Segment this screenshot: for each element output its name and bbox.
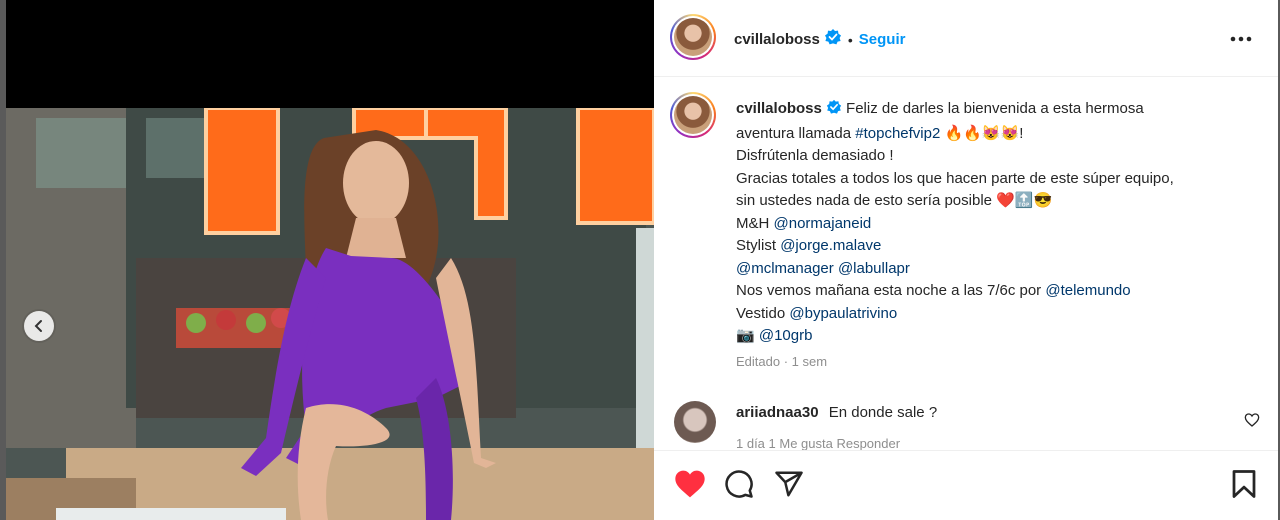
caption-line-4: Gracias totales a todos los que hacen pa… <box>736 169 1174 187</box>
heart-icon <box>675 470 705 498</box>
caption-avatar[interactable] <box>670 92 716 138</box>
save-button[interactable] <box>1230 469 1258 504</box>
commenter-avatar[interactable] <box>674 401 716 443</box>
comment: ariiadnaa30 En donde sale ? <box>736 404 937 421</box>
comment-like-button[interactable] <box>1244 412 1260 433</box>
mention-link[interactable]: @mclmanager <box>736 260 834 277</box>
more-options-button[interactable] <box>1230 29 1252 47</box>
caption-line-2: aventura llamada #topchefvip2 🔥🔥😻😻! <box>736 123 1256 146</box>
like-button[interactable] <box>674 469 706 504</box>
header-username[interactable]: cvillaloboss <box>734 31 820 48</box>
media-letterbox <box>6 0 654 108</box>
post-media[interactable] <box>6 0 654 520</box>
follow-button[interactable]: Seguir <box>859 31 906 48</box>
more-icon <box>1230 36 1252 42</box>
caption-line-stylist: Stylist @jorge.malave <box>736 235 1256 258</box>
chevron-left-icon <box>34 320 42 332</box>
caption-text-2: aventura llamada <box>736 124 856 142</box>
mention-link[interactable]: @jorge.malave <box>780 237 881 254</box>
post-sidebar: cvillaloboss • Seguir cvillaloboss Feliz… <box>654 0 1278 520</box>
caption-line-3: Disfrútenla demasiado ! <box>736 147 894 164</box>
comment-button[interactable] <box>724 469 754 504</box>
comment-username[interactable]: ariiadnaa30 <box>736 404 819 421</box>
post-header: cvillaloboss • Seguir <box>654 0 1278 77</box>
previous-slide-button[interactable] <box>24 311 54 341</box>
mention-link[interactable]: @normajaneid <box>774 215 872 232</box>
share-icon <box>775 471 803 497</box>
caption-line-5: sin ustedes nada de esto sería posible ❤… <box>736 192 1053 209</box>
see-label: Nos vemos mañana esta noche a las 7/6c p… <box>736 282 1046 299</box>
dress-label: Vestido <box>736 304 790 322</box>
caption-emoji-2: 🔥🔥😻😻! <box>944 124 1024 142</box>
verified-badge-icon <box>824 28 842 51</box>
caption-line-photo: 📷 @10grb <box>736 325 1256 348</box>
post-caption: cvillaloboss Feliz de darles la bienveni… <box>736 98 1256 348</box>
mh-label: M&H <box>736 214 774 232</box>
mention-link[interactable]: @10grb <box>759 327 813 344</box>
caption-line-mh: M&H @normajaneid <box>736 213 1256 236</box>
caption-line-dress: Vestido @bypaulatrivino <box>736 303 1256 326</box>
caption-meta: Editado · 1 sem <box>736 354 828 369</box>
post-actions <box>654 450 1278 520</box>
caption-text-1: Feliz de darles la bienvenida a esta her… <box>846 100 1144 117</box>
header-user-row: cvillaloboss • Seguir <box>734 28 905 51</box>
camera-emoji: 📷 <box>736 327 759 344</box>
hashtag-link[interactable]: #topchefvip2 <box>855 125 940 142</box>
stylist-label: Stylist <box>736 237 781 254</box>
verified-badge-icon <box>826 99 842 123</box>
photo-illustration <box>6 108 654 520</box>
share-button[interactable] <box>774 469 804 504</box>
comment-icon <box>725 470 753 498</box>
caption-line-1: cvillaloboss Feliz de darles la bienveni… <box>736 98 1256 123</box>
caption-username[interactable]: cvillaloboss <box>736 100 822 117</box>
mention-link[interactable]: @labullapr <box>838 260 910 277</box>
comment-text: En donde sale ? <box>828 404 938 421</box>
post-photo <box>6 108 654 520</box>
mention-link[interactable]: @bypaulatrivino <box>789 305 897 322</box>
author-avatar[interactable] <box>670 14 716 60</box>
caption-line-mentions: @mclmanager @labullapr <box>736 258 1256 281</box>
separator-dot: • <box>847 31 853 48</box>
comment-meta[interactable]: 1 día 1 Me gusta Responder <box>736 436 900 451</box>
caption-line-see: Nos vemos mañana esta noche a las 7/6c p… <box>736 280 1256 303</box>
heart-icon <box>1244 413 1260 427</box>
bookmark-icon <box>1232 470 1256 498</box>
mention-link[interactable]: @telemundo <box>1045 282 1130 299</box>
